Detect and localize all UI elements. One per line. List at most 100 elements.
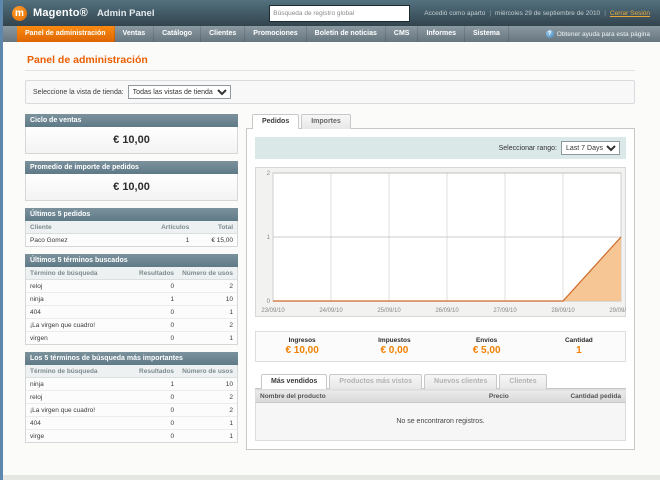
range-bar: Seleccionar rango: Last 7 Days — [255, 137, 626, 159]
user-info: Accedió como aparto | miércoles 29 de se… — [424, 10, 650, 17]
table-cell: reloj — [26, 279, 136, 293]
column-header-total: Total — [193, 221, 237, 234]
range-select[interactable]: Last 7 Days — [561, 141, 620, 155]
logged-in-as: Accedió como aparto — [424, 9, 486, 17]
column-header-cliente: Cliente — [26, 221, 140, 234]
column-header-numero-de-usos: Número de usos — [178, 267, 237, 280]
table-row: Paco Gomez 1 € 15,00 — [26, 233, 237, 246]
panel-title: Los 5 términos de búsqueda más important… — [25, 352, 238, 365]
table-cell: 0 — [135, 279, 179, 293]
table-cell: 1 — [178, 331, 237, 344]
table-cell: 1 — [139, 233, 194, 246]
nav-item-clientes[interactable]: Clientes — [201, 26, 246, 42]
tab-clientes[interactable]: Clientes — [499, 374, 547, 389]
column-header-articulos: Artículos — [139, 221, 194, 234]
lifetime-sales-value: € 10,00 — [26, 127, 237, 153]
stat-impuestos: Impuestos € 0,00 — [348, 337, 440, 356]
dashboard-tabs: Pedidos Importes — [246, 114, 635, 129]
table-cell: 0 — [135, 331, 179, 344]
range-label: Seleccionar rango: — [498, 144, 557, 152]
footer-strip — [3, 475, 660, 480]
stat-value: € 10,00 — [285, 345, 319, 356]
table-cell: virgen — [26, 331, 136, 344]
svg-text:29/09/10: 29/09/10 — [609, 308, 626, 314]
tab-importes[interactable]: Importes — [301, 114, 351, 129]
panel-title: Promedio de importe de pedidos — [25, 161, 238, 174]
table-row: ninja 1 10 — [26, 377, 237, 391]
page-title: Panel de administración — [25, 48, 635, 71]
global-search-input[interactable] — [269, 4, 411, 22]
table-cell: 1 — [178, 416, 237, 430]
store-view-select[interactable]: Todas las vistas de tienda — [127, 85, 231, 99]
stat-label: Ingresos — [288, 337, 316, 344]
top-search-terms-panel: Los 5 términos de búsqueda más important… — [25, 352, 238, 443]
column-header-resultados: Resultados — [135, 267, 179, 280]
orders-chart: 23/09/10 24/09/10 25/09/10 26/09/10 27/09/10… — [255, 167, 633, 317]
table-cell: reloj — [26, 390, 136, 404]
stat-value: € 0,00 — [380, 345, 409, 356]
column-header-termino-de-busqueda: Término de búsqueda — [26, 365, 136, 378]
totals-row: Ingresos € 10,00 Impuestos € 0,00 Envíos € 5,… — [255, 331, 626, 362]
empty-message: No se encontraron registros. — [255, 402, 626, 441]
table-cell: ninja — [26, 377, 136, 391]
nav-item-ventas[interactable]: Ventas — [115, 26, 155, 42]
table-cell: 404 — [26, 305, 136, 319]
table-cell: 10 — [178, 292, 237, 306]
table-cell: 0 — [135, 403, 179, 417]
tab-productos-mas-vistos[interactable]: Productos más vistos — [329, 374, 423, 389]
column-header-nombre-del-producto: Nombre del producto — [255, 389, 485, 403]
table-cell: 2 — [178, 318, 237, 332]
window-frame: m Magento® Admin Panel Accedió como apar… — [0, 0, 660, 480]
nav-item-cms[interactable]: CMS — [386, 26, 419, 42]
main-nav: Panel de administración Ventas Catálogo Cli… — [3, 26, 660, 42]
svg-text:24/09/10: 24/09/10 — [319, 308, 343, 314]
panel-title: Ciclo de ventas — [25, 114, 238, 127]
current-date: miércoles 29 de septiembre de 2010 — [495, 9, 601, 17]
table-row: ¡La virgen que cuadro! 0 2 — [26, 403, 237, 417]
svg-text:28/09/10: 28/09/10 — [551, 308, 575, 314]
products-tabs: Más vendidos Productos más vistos Nuevos c… — [255, 374, 626, 389]
panel-title: Últimos 5 términos buscados — [25, 254, 238, 267]
column-header-precio: Precio — [484, 389, 556, 403]
tab-pedidos[interactable]: Pedidos — [252, 114, 300, 129]
table-cell: 1 — [178, 305, 237, 319]
nav-item-informes[interactable]: Informes — [418, 26, 466, 42]
help-icon: ? — [545, 30, 554, 38]
store-view-label: Seleccione la vista de tienda: — [33, 88, 124, 96]
column-header-numero-de-usos: Número de usos — [178, 365, 237, 378]
table-cell: 2 — [178, 279, 237, 293]
stat-label: Cantidad — [564, 337, 593, 344]
column-header-termino-de-busqueda: Término de búsqueda — [26, 267, 136, 280]
dashboard-box: Seleccionar rango: Last 7 Days 23/09/10 2… — [246, 129, 635, 450]
left-column: Ciclo de ventas € 10,00 Promedio de impo… — [25, 114, 238, 443]
svg-text:23/09/10: 23/09/10 — [261, 308, 285, 314]
stat-ingresos: Ingresos € 10,00 — [256, 337, 348, 356]
nav-item-boletin-de-noticias[interactable]: Boletín de noticias — [307, 26, 386, 42]
table-cell: ninja — [26, 292, 136, 306]
tab-nuevos-clientes[interactable]: Nuevos clientes — [424, 374, 498, 389]
nav-item-sistema[interactable]: Sistema — [465, 26, 509, 42]
nav-item-promociones[interactable]: Promociones — [245, 26, 307, 42]
panel-title: Últimos 5 pedidos — [25, 208, 238, 221]
logout-link[interactable]: Cerrar Sesión — [610, 10, 650, 17]
top-header: m Magento® Admin Panel Accedió como apar… — [3, 0, 660, 26]
chart-container: 23/09/10 24/09/10 25/09/10 26/09/10 27/09/10… — [255, 167, 633, 322]
help-link[interactable]: ? Obtener ayuda para esta página — [545, 26, 660, 42]
average-orders-panel: Promedio de importe de pedidos € 10,00 — [25, 161, 238, 201]
table-cell: 1 — [135, 377, 179, 391]
top-search-terms-table: Término de búsqueda Resultados Número de u… — [26, 365, 237, 442]
nav-item-catalogo[interactable]: Catálogo — [154, 26, 202, 42]
table-cell: 10 — [178, 377, 237, 391]
brand-suffix: Admin Panel — [96, 7, 155, 19]
stat-value: € 5,00 — [472, 345, 501, 356]
table-cell: 404 — [26, 416, 136, 430]
stat-cantidad: Cantidad 1 — [533, 337, 625, 356]
table-cell: 2 — [178, 403, 237, 417]
tab-mas-vendidos[interactable]: Más vendidos — [261, 374, 328, 389]
svg-text:27/09/10: 27/09/10 — [493, 308, 517, 314]
magento-logo-icon: m — [12, 5, 27, 21]
separator: | — [604, 9, 606, 17]
table-cell: 2 — [178, 390, 237, 404]
nav-item-panel-de-administracion[interactable]: Panel de administración — [17, 26, 115, 42]
table-cell: 0 — [135, 305, 179, 319]
